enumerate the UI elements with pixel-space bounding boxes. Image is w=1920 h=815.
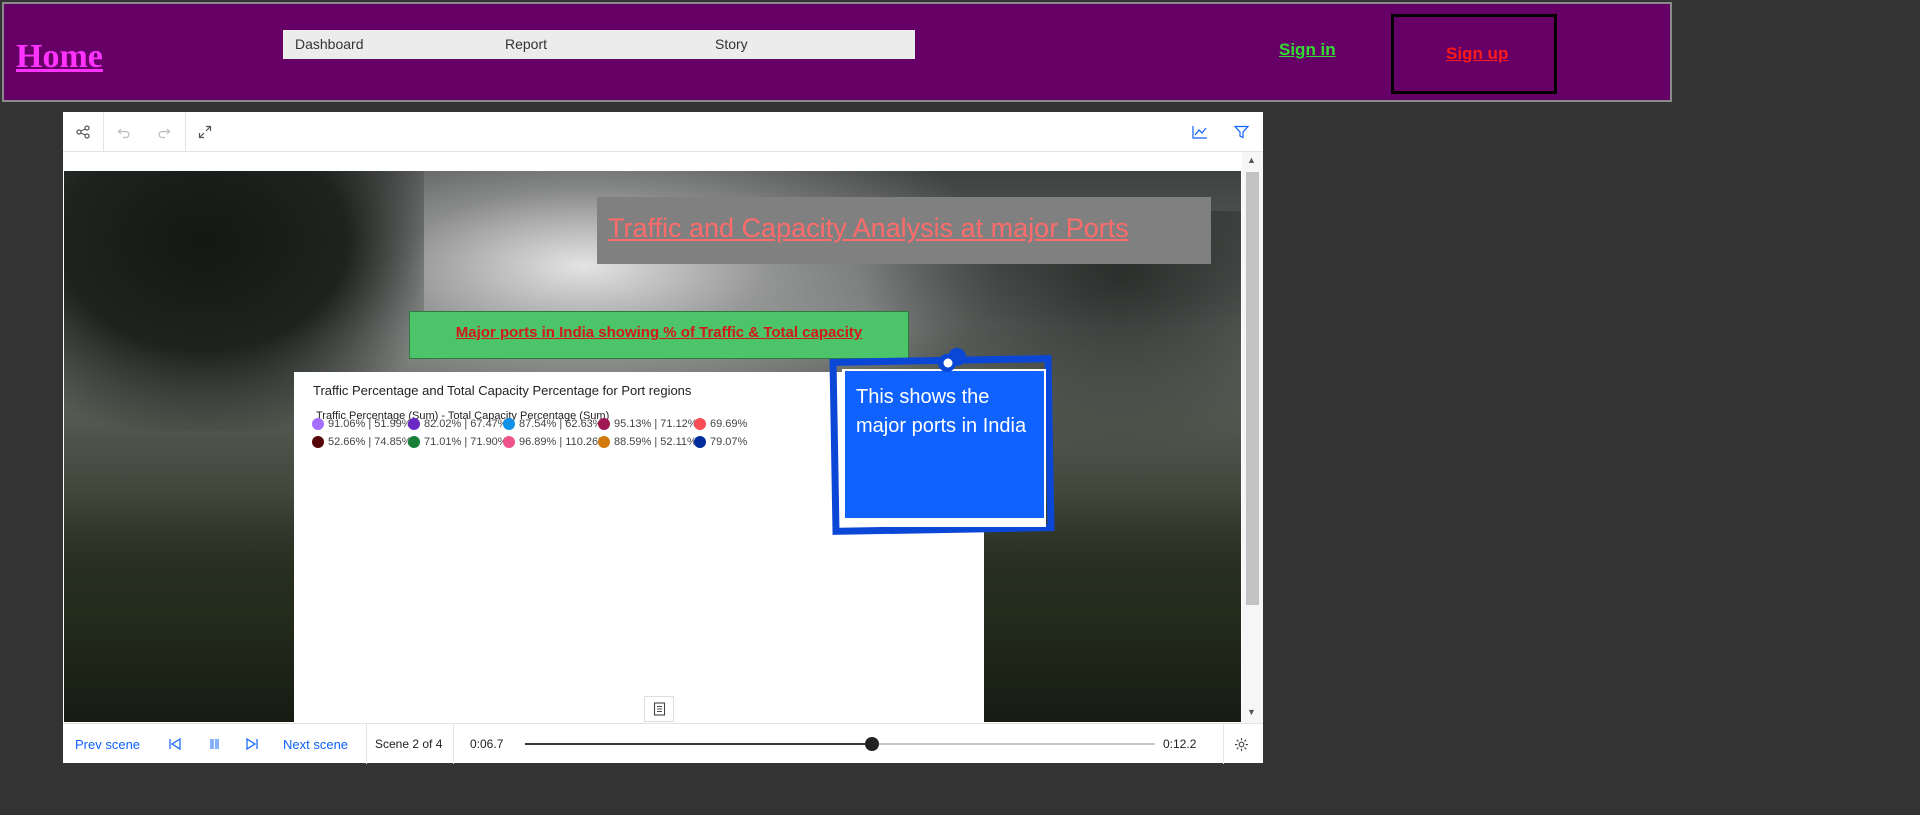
sign-up-link[interactable]: Sign up (1446, 44, 1508, 64)
prev-scene-button[interactable]: Prev scene (75, 737, 140, 752)
menu-item-story[interactable]: Story (715, 36, 748, 52)
timeline-handle[interactable] (864, 737, 879, 751)
legend-item[interactable]: 95.13% | 71.12% (598, 417, 698, 431)
legend-item[interactable]: 82.02% | 67.47% (408, 417, 508, 431)
legend-swatch (598, 418, 610, 430)
scroll-up-icon[interactable]: ▲ (1247, 155, 1256, 165)
controls-divider (366, 724, 367, 764)
next-scene-button[interactable]: Next scene (283, 737, 348, 752)
scroll-thumb[interactable] (1246, 172, 1259, 605)
story-subtitle-box[interactable]: Major ports in India showing % of Traffi… (409, 311, 909, 359)
pin-icon (938, 348, 966, 372)
pause-icon[interactable] (204, 734, 224, 754)
share-icon[interactable] (69, 118, 97, 146)
menu-item-dashboard[interactable]: Dashboard (295, 36, 364, 52)
legend-label: 91.06% | 51.99% (328, 418, 412, 430)
elapsed-time: 0:06.7 (470, 737, 504, 751)
scroll-down-icon[interactable]: ▼ (1247, 707, 1256, 717)
legend-swatch (503, 418, 515, 430)
playback-controls: Prev scene Next scene Scene 2 of 4 0:06.… (63, 723, 1263, 764)
notes-icon (653, 702, 665, 716)
story-title-box[interactable]: Traffic and Capacity Analysis at major P… (597, 197, 1211, 264)
home-link[interactable]: Home (16, 38, 103, 76)
player-toolbar (63, 112, 1263, 152)
story-title: Traffic and Capacity Analysis at major P… (608, 213, 1129, 243)
toolbar-divider (103, 112, 104, 152)
scene-indicator: Scene 2 of 4 (375, 737, 443, 751)
legend-label: 69.69% (710, 418, 748, 430)
legend-item[interactable]: 79.07% (694, 435, 747, 449)
controls-divider (453, 724, 454, 764)
chart-title: Traffic Percentage and Total Capacity Pe… (313, 383, 692, 398)
story-subtitle: Major ports in India showing % of Traffi… (455, 324, 863, 341)
legend-swatch (312, 418, 324, 430)
note-text: This shows the major ports in India (856, 386, 1027, 437)
story-player: Traffic and Capacity Analysis at major P… (63, 112, 1263, 764)
menu-item-report[interactable]: Report (505, 36, 547, 52)
controls-divider (1223, 724, 1224, 764)
legend-item[interactable]: 91.06% | 51.99% (312, 417, 412, 431)
scene-canvas: Traffic and Capacity Analysis at major P… (64, 171, 1241, 722)
annotation-note[interactable]: This shows the major ports in India (845, 371, 1044, 518)
legend-swatch (312, 436, 324, 448)
sign-up-box[interactable]: Sign up (1391, 14, 1557, 94)
legend-swatch (694, 436, 706, 448)
legend-label: 87.54% | 62.63% (519, 418, 603, 430)
legend-item[interactable]: 69.69% (694, 417, 747, 431)
chart-icon[interactable] (1186, 118, 1214, 146)
legend-swatch (694, 418, 706, 430)
undo-icon[interactable] (110, 118, 138, 146)
legend-label: 96.89% | 110.26% (519, 436, 608, 448)
toolbar-divider (185, 112, 186, 152)
legend-item[interactable]: 71.01% | 71.90% (408, 435, 508, 449)
legend-swatch (408, 418, 420, 430)
legend-label: 52.66% | 74.85% (328, 436, 412, 448)
expand-icon[interactable] (191, 118, 219, 146)
notes-button[interactable] (644, 696, 674, 722)
legend-item[interactable]: 87.54% | 62.63% (503, 417, 603, 431)
settings-icon[interactable] (1231, 734, 1251, 754)
top-navbar: Home Dashboard Report Story Sign in Sign… (2, 2, 1672, 102)
total-time: 0:12.2 (1163, 737, 1197, 751)
legend-label: 71.01% | 71.90% (424, 436, 508, 448)
vertical-scrollbar[interactable]: ▲ ▼ (1242, 152, 1263, 723)
legend-swatch (598, 436, 610, 448)
legend-item[interactable]: 88.59% | 52.11% (598, 435, 697, 449)
sign-in-link[interactable]: Sign in (1279, 40, 1336, 60)
skip-back-icon[interactable] (165, 734, 185, 754)
legend-label: 79.07% (710, 436, 748, 448)
main-menu: Dashboard Report Story (283, 30, 915, 59)
legend-swatch (503, 436, 515, 448)
legend-swatch (408, 436, 420, 448)
filter-icon[interactable] (1227, 118, 1255, 146)
legend-label: 82.02% | 67.47% (424, 418, 508, 430)
timeline-slider[interactable] (525, 737, 1155, 751)
timeline-progress (525, 743, 872, 745)
legend-label: 95.13% | 71.12% (614, 418, 698, 430)
legend-item[interactable]: 96.89% | 110.26% (503, 435, 608, 449)
legend-label: 88.59% | 52.11% (614, 436, 697, 448)
skip-forward-icon[interactable] (242, 734, 262, 754)
redo-icon[interactable] (150, 118, 178, 146)
legend-item[interactable]: 52.66% | 74.85% (312, 435, 412, 449)
